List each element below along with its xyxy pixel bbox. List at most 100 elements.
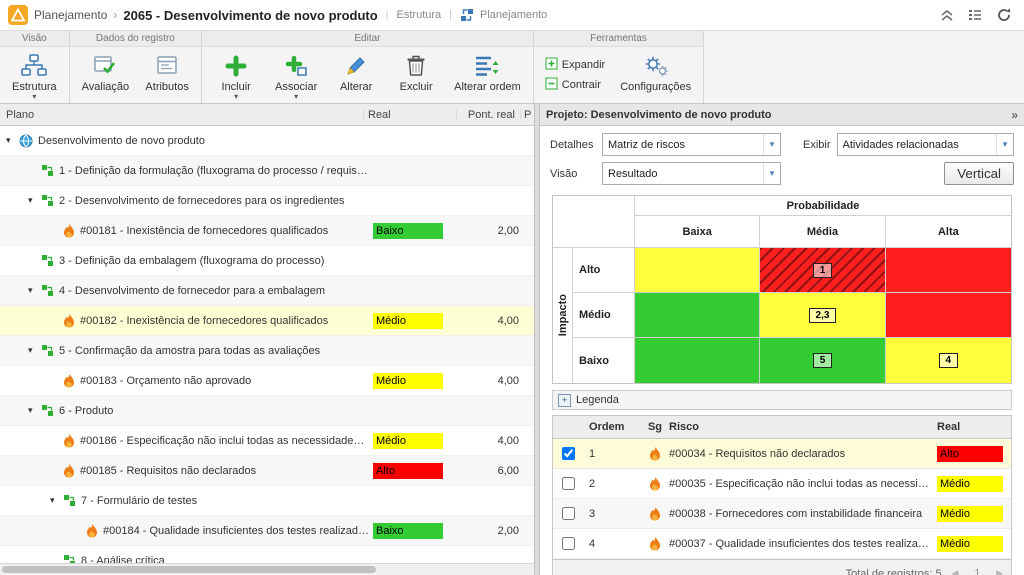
matrix-cell[interactable] bbox=[635, 248, 760, 293]
row-checkbox[interactable] bbox=[562, 447, 575, 460]
tree-row[interactable]: #00185 - Requisitos não declarados Alto … bbox=[0, 456, 534, 486]
risks-table-header: Ordem Sg Risco Real bbox=[553, 416, 1011, 439]
column-header-real[interactable]: Real bbox=[934, 421, 1011, 433]
alterar-ordem-button[interactable]: Alterar ordem bbox=[447, 50, 528, 104]
tree-row[interactable]: ▾ Desenvolvimento de novo produto bbox=[0, 126, 534, 156]
alterar-button[interactable]: Alterar bbox=[327, 50, 385, 104]
matrix-cell[interactable] bbox=[886, 248, 1011, 293]
tree-item-label: 8 - Análise crítica bbox=[81, 555, 165, 564]
prev-page-icon[interactable]: ◀ bbox=[952, 568, 959, 575]
matrix-cell-badge[interactable]: 2,3 bbox=[809, 308, 837, 323]
incluir-button[interactable]: Incluir ▾ bbox=[207, 50, 265, 104]
atributos-button[interactable]: Atributos bbox=[138, 50, 196, 100]
tree-row[interactable]: ▾ 5 - Confirmação da amostra para todas … bbox=[0, 336, 534, 366]
pont-real-value: 4,00 bbox=[461, 315, 524, 327]
exibir-select[interactable]: Atividades relacionadas ▾ bbox=[837, 133, 1014, 156]
button-label: Avaliação bbox=[82, 81, 130, 93]
visao-select[interactable]: Resultado ▾ bbox=[602, 162, 781, 185]
chevron-down-icon: ▾ bbox=[996, 134, 1013, 155]
module-label: Planejamento bbox=[480, 9, 547, 21]
matrix-col-header: Média bbox=[760, 216, 885, 248]
column-header-risco[interactable]: Risco bbox=[669, 421, 934, 433]
column-header-clipped[interactable]: P bbox=[520, 109, 534, 121]
tree-item-label: #00182 - Inexistência de fornecedores qu… bbox=[80, 315, 328, 327]
matrix-cell[interactable]: 5 bbox=[760, 338, 885, 383]
matrix-cell[interactable]: 1 bbox=[760, 248, 885, 293]
tree-row[interactable]: ▾ 6 - Produto bbox=[0, 396, 534, 426]
tree-item-label: 7 - Formulário de testes bbox=[81, 495, 197, 507]
legend-toggle[interactable]: + Legenda bbox=[552, 390, 1012, 410]
tree-header-row: Plano Real Pont. real P bbox=[0, 104, 534, 126]
breadcrumb-app[interactable]: Planejamento bbox=[34, 8, 107, 22]
risk-level-badge: Baixo bbox=[373, 223, 443, 239]
risk-row[interactable]: 1 #00034 - Requisitos não declarados Alt… bbox=[553, 439, 1011, 469]
matrix-cell[interactable] bbox=[635, 338, 760, 383]
expander-icon[interactable]: ▾ bbox=[50, 495, 63, 506]
collapse-panel-icon[interactable]: » bbox=[1011, 108, 1018, 122]
tree-row[interactable]: #00181 - Inexistência de fornecedores qu… bbox=[0, 216, 534, 246]
horizontal-scrollbar[interactable] bbox=[0, 563, 534, 575]
risk-row[interactable]: 4 #00037 - Qualidade insuficientes dos t… bbox=[553, 529, 1011, 559]
matrix-cell[interactable]: 2,3 bbox=[760, 293, 885, 338]
row-checkbox[interactable] bbox=[562, 537, 575, 550]
collapse-toolbar-icon[interactable] bbox=[940, 9, 954, 21]
risk-row[interactable]: 2 #00035 - Especificação não inclui toda… bbox=[553, 469, 1011, 499]
matrix-cell-badge[interactable]: 5 bbox=[813, 353, 833, 368]
tree-row[interactable]: #00183 - Orçamento não aprovado Médio 4,… bbox=[0, 366, 534, 396]
estrutura-button[interactable]: Estrutura ▾ bbox=[5, 50, 64, 104]
risk-name: #00034 - Requisitos não declarados bbox=[669, 448, 934, 460]
detalhes-select[interactable]: Matriz de riscos ▾ bbox=[602, 133, 781, 156]
tree-row[interactable]: ▾ 2 - Desenvolvimento de fornecedores pa… bbox=[0, 186, 534, 216]
tree-row[interactable]: 1 - Definição da formulação (fluxograma … bbox=[0, 156, 534, 186]
divider: | bbox=[386, 9, 389, 21]
column-header-ordem[interactable]: Ordem bbox=[583, 421, 641, 433]
scrollbar-thumb[interactable] bbox=[2, 566, 376, 573]
column-header-real[interactable]: Real bbox=[363, 109, 456, 121]
activity-icon bbox=[41, 164, 54, 177]
pont-real-value: 6,00 bbox=[461, 465, 524, 477]
expander-icon[interactable]: ▾ bbox=[28, 345, 41, 356]
index-list-icon[interactable] bbox=[968, 9, 982, 21]
column-header-sg[interactable]: Sg bbox=[641, 421, 669, 433]
matrix-cell[interactable] bbox=[886, 293, 1011, 338]
button-label: Excluir bbox=[400, 81, 433, 93]
tree-row[interactable]: 3 - Definição da embalagem (fluxograma d… bbox=[0, 246, 534, 276]
refresh-icon[interactable] bbox=[996, 7, 1012, 23]
expandir-button[interactable]: Expandir bbox=[545, 57, 605, 73]
project-icon bbox=[19, 134, 33, 148]
tree-row-selected[interactable]: #00182 - Inexistência de fornecedores qu… bbox=[0, 306, 534, 336]
associate-icon bbox=[284, 53, 308, 79]
tree-row[interactable]: ▾ 7 - Formulário de testes bbox=[0, 486, 534, 516]
tree-row[interactable]: #00184 - Qualidade insuficientes dos tes… bbox=[0, 516, 534, 546]
excluir-button[interactable]: Excluir bbox=[387, 50, 445, 104]
risk-order: 4 bbox=[583, 538, 641, 550]
button-label: Atributos bbox=[145, 81, 188, 93]
risk-row[interactable]: 3 #00038 - Fornecedores com instabilidad… bbox=[553, 499, 1011, 529]
matrix-cell[interactable] bbox=[635, 293, 760, 338]
associar-button[interactable]: Associar ▾ bbox=[267, 50, 325, 104]
total-records-label: Total de registros: 5 bbox=[846, 568, 942, 575]
expander-icon[interactable]: ▾ bbox=[28, 285, 41, 296]
contrair-button[interactable]: Contrair bbox=[545, 77, 605, 93]
column-header-pont-real[interactable]: Pont. real bbox=[456, 109, 520, 121]
tree-row[interactable]: 8 - Análise crítica bbox=[0, 546, 534, 563]
expander-icon[interactable]: ▾ bbox=[28, 195, 41, 206]
evaluation-icon bbox=[93, 53, 117, 79]
risk-level-badge: Médio bbox=[373, 313, 443, 329]
matrix-cell-badge[interactable]: 1 bbox=[813, 263, 833, 278]
vertical-button[interactable]: Vertical bbox=[944, 162, 1014, 185]
expander-icon[interactable]: ▾ bbox=[28, 405, 41, 416]
avaliacao-button[interactable]: Avaliação bbox=[75, 50, 137, 100]
configuracoes-button[interactable]: Configurações bbox=[613, 50, 698, 100]
matrix-cell-badge[interactable]: 4 bbox=[939, 353, 959, 368]
row-checkbox[interactable] bbox=[562, 477, 575, 490]
row-checkbox[interactable] bbox=[562, 507, 575, 520]
expander-icon[interactable]: ▾ bbox=[6, 135, 19, 146]
tree-row[interactable]: ▾ 4 - Desenvolvimento de fornecedor para… bbox=[0, 276, 534, 306]
planejamento-module-icon bbox=[460, 8, 474, 22]
risk-level-badge: Médio bbox=[373, 433, 443, 449]
tree-row[interactable]: #00186 - Especificação não inclui todas … bbox=[0, 426, 534, 456]
next-page-icon[interactable]: ▶ bbox=[996, 568, 1003, 575]
column-header-plano[interactable]: Plano bbox=[0, 109, 363, 121]
matrix-cell[interactable]: 4 bbox=[886, 338, 1011, 383]
